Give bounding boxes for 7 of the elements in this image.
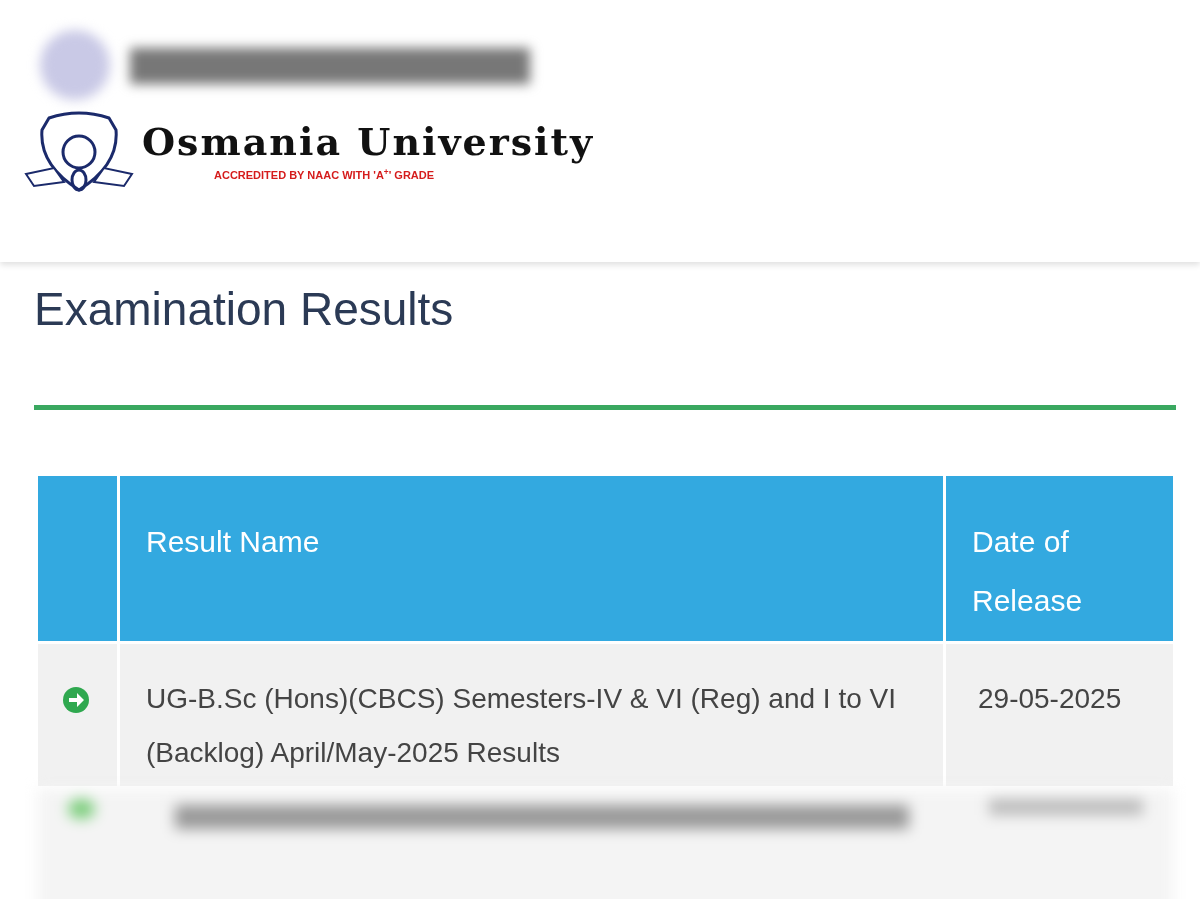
table-cell: 29-05-2025: [946, 644, 1173, 787]
page-title: Examination Results: [34, 282, 455, 337]
accreditation-text: ACCREDITED BY NAAC WITH 'A$^{+}$' GRADE: [214, 166, 436, 183]
result-link[interactable]: UG-B.Sc (Hons)(CBCS) Semesters-IV & VI (Reg) and I to VI (Backlog) April/May-2025 Results: [120, 644, 943, 787]
column-header: Result Name: [120, 476, 943, 642]
arrow-circle-icon: [62, 685, 90, 714]
column-header: Date of Release: [946, 476, 1173, 642]
